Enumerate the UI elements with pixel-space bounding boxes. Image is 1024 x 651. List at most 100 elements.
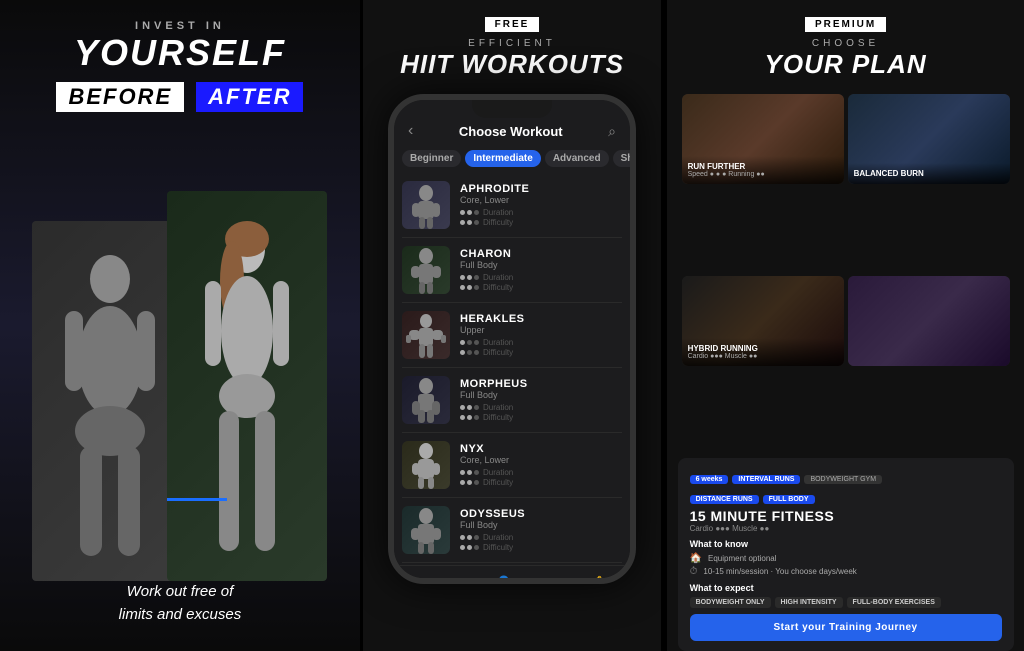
home-icon: 🏠 — [690, 553, 702, 564]
workout-item-odysseus[interactable]: ODYSSEUS Full Body Duration Difficulty — [402, 498, 622, 563]
aphrodite-thumb — [402, 181, 450, 229]
nav-explore[interactable]: ◎ Explore — [447, 574, 471, 578]
panel-before-after: INVEST IN YOURSELF BEFORE AFTER — [0, 0, 360, 651]
yourself-tagline: YOURSELF — [56, 32, 303, 74]
morpheus-name: MORPHEUS — [460, 378, 622, 390]
workout-item-herakles[interactable]: HERAKLES Upper Duration Difficulty — [402, 303, 622, 368]
before-after-badges: BEFORE AFTER — [56, 82, 303, 112]
feed-icon: ⊞ — [406, 574, 424, 578]
phone-screen: ‹ Choose Workout ⌕ Beginner Intermediate… — [394, 100, 630, 578]
charon-meta: Duration Difficulty — [460, 273, 622, 292]
morpheus-info: MORPHEUS Full Body Duration Difficulty — [460, 378, 622, 422]
tab-advanced[interactable]: Advanced — [545, 150, 609, 167]
expect-tag-fullbody: FULL-BODY EXERCISES — [847, 597, 941, 608]
nyx-meta: Duration Difficulty — [460, 468, 622, 487]
odysseus-meta: Duration Difficulty — [460, 533, 622, 552]
odysseus-name: ODYSSEUS — [460, 508, 622, 520]
choose-label: CHOOSE — [765, 38, 927, 49]
morpheus-type: Full Body — [460, 390, 622, 400]
herakles-name: HERAKLES — [460, 313, 622, 325]
back-button[interactable]: ‹ — [408, 122, 413, 140]
workout-item-morpheus[interactable]: MORPHEUS Full Body Duration Difficulty — [402, 368, 622, 433]
distance-runs-tag: DISTANCE RUNS — [690, 495, 759, 504]
herakles-thumb — [402, 311, 450, 359]
plans-grid: RUN FURTHER Speed ● ● ● Running ●● BALAN… — [678, 94, 1014, 454]
bodyweight-tag: BODYWEIGHT GYM — [804, 475, 882, 484]
plan-card-balanced-burn[interactable]: BALANCED BURN — [848, 94, 1010, 184]
hybrid-running-meta: Cardio ●●● Muscle ●● — [688, 353, 838, 360]
tab-beginner[interactable]: Beginner — [402, 150, 461, 167]
panel-hiit-workouts: FREE EFFICIENT HIIT WORKOUTS ‹ Choose Wo… — [363, 0, 661, 651]
charon-type: Full Body — [460, 260, 622, 270]
extra-plan-image — [848, 276, 1010, 366]
your-plan-title: YOUR PLAN — [765, 49, 927, 80]
nav-profile[interactable]: ○ Profile — [537, 574, 557, 578]
workout-list: APHRODITE Core, Lower Duration Difficult… — [394, 171, 630, 565]
coach-icon: 👤 — [495, 574, 513, 578]
balanced-burn-title: BALANCED BURN — [854, 169, 1004, 178]
phone-bottom-nav: ⊞ Feed ◎ Explore 👤 Coach ○ Profile 🔔 — [394, 565, 630, 578]
odysseus-thumb — [402, 506, 450, 554]
hiit-title: HIIT WORKOUTS — [400, 49, 624, 80]
plan-card-hybrid-running[interactable]: HYBRID RUNNING Cardio ●●● Muscle ●● — [682, 276, 844, 366]
detail-week-badges-2: DISTANCE RUNS FULL BODY — [690, 495, 815, 504]
know-item-equipment: 🏠 Equipment optional — [690, 553, 1002, 564]
explore-icon: ◎ — [450, 574, 468, 578]
start-training-button[interactable]: Start your Training Journey — [690, 614, 1002, 641]
plan-card-run-further[interactable]: RUN FURTHER Speed ● ● ● Running ●● — [682, 94, 844, 184]
run-further-overlay: RUN FURTHER Speed ● ● ● Running ●● — [682, 156, 844, 184]
efficient-label: EFFICIENT — [400, 38, 624, 49]
detail-plan-title: 15 MINUTE FITNESS — [690, 508, 1002, 524]
aphrodite-meta: Duration Difficulty — [460, 208, 622, 227]
odysseus-type: Full Body — [460, 520, 622, 530]
what-to-know-label: What to know — [690, 539, 1002, 549]
tab-intermediate[interactable]: Intermediate — [465, 150, 540, 167]
run-further-meta: Speed ● ● ● Running ●● — [688, 171, 838, 178]
equipment-text: Equipment optional — [708, 554, 777, 563]
search-button-icon[interactable]: ⌕ — [608, 123, 616, 140]
nyx-info: NYX Core, Lower Duration Difficulty — [460, 443, 622, 487]
blue-accent-line — [167, 498, 227, 501]
workout-item-nyx[interactable]: NYX Core, Lower Duration Difficulty — [402, 433, 622, 498]
aphrodite-info: APHRODITE Core, Lower Duration Difficult… — [460, 183, 622, 227]
panel-choose-plan: PREMIUM CHOOSE YOUR PLAN RUN FURTHER Spe… — [664, 0, 1024, 651]
workout-item-aphrodite[interactable]: APHRODITE Core, Lower Duration Difficult… — [402, 173, 622, 238]
workout-item-charon[interactable]: CHARON Full Body Duration Difficulty — [402, 238, 622, 303]
people-comparison — [0, 122, 360, 581]
full-body-tag: FULL BODY — [763, 495, 815, 504]
aphrodite-type: Core, Lower — [460, 195, 622, 205]
interval-runs-tag: INTERVAL RUNS — [732, 475, 800, 484]
panel1-footer: Work out free of limits and excuses — [119, 581, 242, 631]
hybrid-running-image: HYBRID RUNNING Cardio ●●● Muscle ●● — [682, 276, 844, 366]
time-text: 10-15 min/session · You choose days/week — [703, 567, 856, 576]
after-badge: AFTER — [196, 82, 303, 112]
hybrid-running-overlay: HYBRID RUNNING Cardio ●●● Muscle ●● — [682, 338, 844, 366]
plan-detail-card: 6 weeks INTERVAL RUNS BODYWEIGHT GYM DIS… — [678, 458, 1014, 651]
footer-text: Work out free of limits and excuses — [119, 581, 242, 626]
phone-mockup: ‹ Choose Workout ⌕ Beginner Intermediate… — [388, 94, 636, 584]
panel1-header: INVEST IN YOURSELF BEFORE AFTER — [56, 20, 303, 112]
after-silhouette — [177, 221, 317, 581]
herakles-info: HERAKLES Upper Duration Difficulty — [460, 313, 622, 357]
hybrid-running-title: HYBRID RUNNING — [688, 344, 838, 353]
phone-notch — [472, 100, 552, 118]
morpheus-meta: Duration Difficulty — [460, 403, 622, 422]
week-tag: 6 weeks — [690, 475, 729, 484]
panel3-header: PREMIUM CHOOSE YOUR PLAN — [765, 14, 927, 80]
nyx-name: NYX — [460, 443, 622, 455]
charon-thumb — [402, 246, 450, 294]
clock-icon: ⏱ — [690, 566, 698, 577]
invest-tagline: INVEST IN — [56, 20, 303, 32]
nav-coach[interactable]: 👤 Coach — [494, 574, 514, 578]
expect-tag-bodyweight: BODYWEIGHT ONLY — [690, 597, 771, 608]
before-silhouette — [45, 251, 175, 581]
charon-name: CHARON — [460, 248, 622, 260]
plan-card-extra[interactable] — [848, 276, 1010, 366]
profile-icon: ○ — [538, 574, 556, 578]
expect-tag-intensity: HIGH INTENSITY — [775, 597, 843, 608]
nav-notifications[interactable]: 🔔 Notifications — [580, 574, 618, 578]
herakles-type: Upper — [460, 325, 622, 335]
tab-short[interactable]: Short — [613, 150, 630, 167]
aphrodite-name: APHRODITE — [460, 183, 622, 195]
nav-feed[interactable]: ⊞ Feed — [406, 574, 424, 578]
